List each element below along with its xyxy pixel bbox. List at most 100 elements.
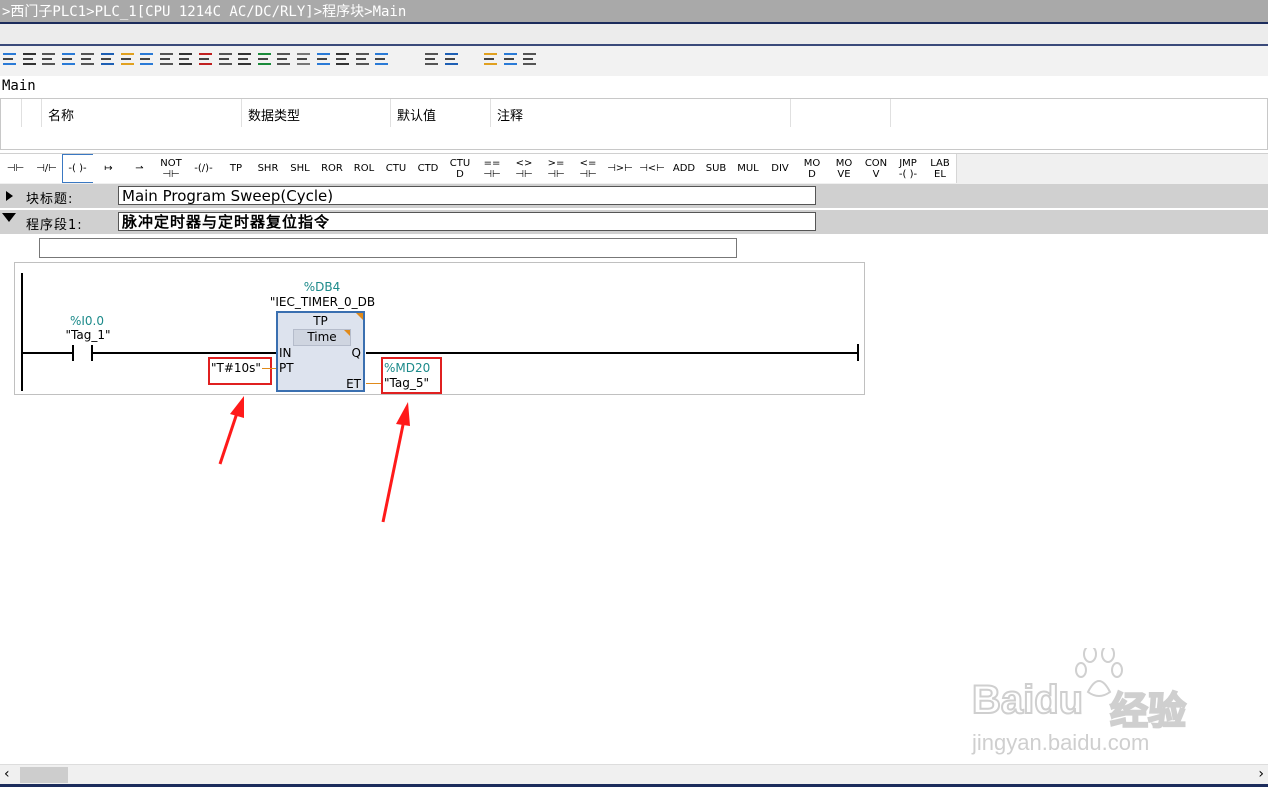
delete-network-icon[interactable] <box>22 50 38 68</box>
instruction-button-25[interactable]: MO D <box>796 154 829 183</box>
absolute-relative-icon[interactable] <box>100 50 116 68</box>
instruction-button-8[interactable]: SHR <box>252 154 285 183</box>
pin-q-label: Q <box>351 346 361 360</box>
horizontal-scrollbar[interactable]: ‹ › <box>0 764 1268 785</box>
instruction-favorites-bar: ⊣⊢ ⊣/⊢ -( )- ↦ ⇀ NOT ⊣⊢ -(/)- TP SHR SHL ROR ROL CTU C… <box>0 153 1268 185</box>
block-title-field[interactable]: Main Program Sweep(Cycle) <box>118 186 816 205</box>
contact-address: %I0.0 <box>69 314 105 328</box>
pt-arrow-icon <box>218 396 244 465</box>
column-header-name: 名称 <box>48 109 75 124</box>
instruction-button-13[interactable]: CTD <box>412 154 445 183</box>
insert-rung-icon[interactable] <box>80 50 96 68</box>
load-icon[interactable] <box>522 50 538 68</box>
instruction-button-19[interactable]: ⊣>⊢ <box>604 154 637 183</box>
go-to-next-icon[interactable] <box>296 50 312 68</box>
breadcrumb: >西门子PLC1>PLC_1[CPU 1214C AC/DC/RLY]>程序块>… <box>2 4 407 20</box>
block-title-label: 块标题: <box>26 192 74 207</box>
et-connector <box>366 383 382 384</box>
instruction-button-21[interactable]: ADD <box>668 154 701 183</box>
instruction-button-27[interactable]: CON V <box>860 154 893 183</box>
instruction-button-5[interactable]: NOT ⊣⊢ <box>155 154 188 183</box>
interface-col-name[interactable]: 名称 <box>41 99 242 127</box>
watermark-url: jingyan.baidu.com <box>972 730 1150 755</box>
instruction-button-22[interactable]: SUB <box>700 154 733 183</box>
timer-datatype-selector[interactable]: Time <box>293 329 351 346</box>
network-comment-field[interactable] <box>39 238 737 258</box>
rung-wire-2 <box>93 352 276 354</box>
instruction-button-11[interactable]: ROL <box>348 154 381 183</box>
instruction-button-16[interactable]: <> ⊣⊢ <box>508 154 541 183</box>
monitor-icon[interactable] <box>237 50 253 68</box>
network-comments-icon[interactable] <box>178 50 194 68</box>
instruction-button-15[interactable]: == ⊣⊢ <box>476 154 509 183</box>
instruction-button-1[interactable]: ⊣/⊢ <box>31 154 63 183</box>
pt-connector <box>262 368 276 369</box>
pin-in-label: IN <box>279 346 292 360</box>
ladder-network[interactable]: %I0.0 "Tag_1" %DB4 "IEC_TIMER_0_DB TP Ti… <box>14 262 865 395</box>
watermark-brand: Baidu <box>971 677 1084 723</box>
display-operand-icon[interactable] <box>159 50 175 68</box>
annotation-arrows <box>218 396 410 523</box>
normally-open-contact[interactable] <box>72 345 94 361</box>
cross-ref-icon[interactable] <box>444 50 460 68</box>
pin-pt-label: PT <box>279 361 294 375</box>
symbol-info-icon[interactable] <box>198 50 214 68</box>
dropdown-corner-icon <box>344 330 350 336</box>
instruction-button-6[interactable]: -(/)- <box>187 154 221 183</box>
instruction-button-14[interactable]: CTU D <box>444 154 477 183</box>
interface-col-default[interactable]: 默认值 <box>390 99 491 127</box>
left-power-rail <box>21 273 23 391</box>
add-row-icon[interactable] <box>61 50 77 68</box>
insert-network-icon[interactable] <box>2 50 18 68</box>
instruction-button-17[interactable]: >= ⊣⊢ <box>540 154 573 183</box>
scrollbar-thumb[interactable] <box>20 767 68 783</box>
check-icon[interactable] <box>355 50 371 68</box>
instruction-button-24[interactable]: DIV <box>764 154 797 183</box>
instruction-button-28[interactable]: JMP -( )- <box>892 154 925 183</box>
block-interface-table[interactable]: 名称 数据类型 默认值 注释 <box>0 98 1268 150</box>
show-list-icon[interactable] <box>424 50 440 68</box>
network-label: 程序段1: <box>26 218 83 233</box>
go-to-previous-icon[interactable] <box>276 50 292 68</box>
contact-tag: "Tag_1" <box>65 328 111 342</box>
monitor-on-off-icon[interactable] <box>483 50 499 68</box>
column-header-comment: 注释 <box>497 109 524 124</box>
instruction-button-26[interactable]: MO VE <box>828 154 861 183</box>
instruction-button-0[interactable]: ⊣⊢ <box>0 154 32 183</box>
et-tag[interactable]: "Tag_5" <box>384 376 429 390</box>
favorites-icon[interactable] <box>120 50 136 68</box>
pin-et-label: ET <box>346 377 361 391</box>
interface-col-comment[interactable]: 注释 <box>490 99 791 127</box>
instruction-button-7[interactable]: TP <box>220 154 253 183</box>
instruction-button-4[interactable]: ⇀ <box>124 154 156 183</box>
toggle-symbolic-icon[interactable] <box>218 50 234 68</box>
scroll-left-icon[interactable]: ‹ <box>4 766 10 782</box>
download-icon[interactable] <box>335 50 351 68</box>
instruction-button-2[interactable]: -( )- <box>62 154 94 183</box>
go-to-error-icon[interactable] <box>257 50 273 68</box>
simulation-icon[interactable] <box>503 50 519 68</box>
instruction-button-29[interactable]: LAB EL <box>924 154 957 183</box>
insert-row-icon[interactable] <box>41 50 57 68</box>
show-hide-comments-icon[interactable] <box>139 50 155 68</box>
instruction-button-3[interactable]: ↦ <box>93 154 125 183</box>
instruction-button-20[interactable]: ⊣<⊢ <box>636 154 669 183</box>
interface-col-datatype[interactable]: 数据类型 <box>241 99 391 127</box>
network-title-field[interactable]: 脉冲定时器与定时器复位指令 <box>118 212 816 231</box>
collapse-triangle-icon[interactable] <box>2 213 16 222</box>
block-name-label: Main <box>2 78 36 94</box>
instance-db-name: "IEC_TIMER_0_DB <box>269 295 376 309</box>
instruction-button-10[interactable]: ROR <box>316 154 349 183</box>
interface-row-marker-column <box>1 99 22 127</box>
scroll-right-icon[interactable]: › <box>1258 766 1264 782</box>
instruction-button-18[interactable]: <= ⊣⊢ <box>572 154 605 183</box>
interface-icon-column <box>21 99 42 127</box>
instruction-button-23[interactable]: MUL <box>732 154 765 183</box>
pt-operand[interactable]: "T#10s" <box>211 361 261 375</box>
update-calls-icon[interactable] <box>374 50 390 68</box>
tp-timer-box[interactable]: TP Time IN PT Q ET <box>276 311 365 392</box>
instruction-button-9[interactable]: SHL <box>284 154 317 183</box>
compare-icon[interactable] <box>316 50 332 68</box>
instruction-button-12[interactable]: CTU <box>380 154 413 183</box>
expand-triangle-icon[interactable] <box>6 191 13 201</box>
